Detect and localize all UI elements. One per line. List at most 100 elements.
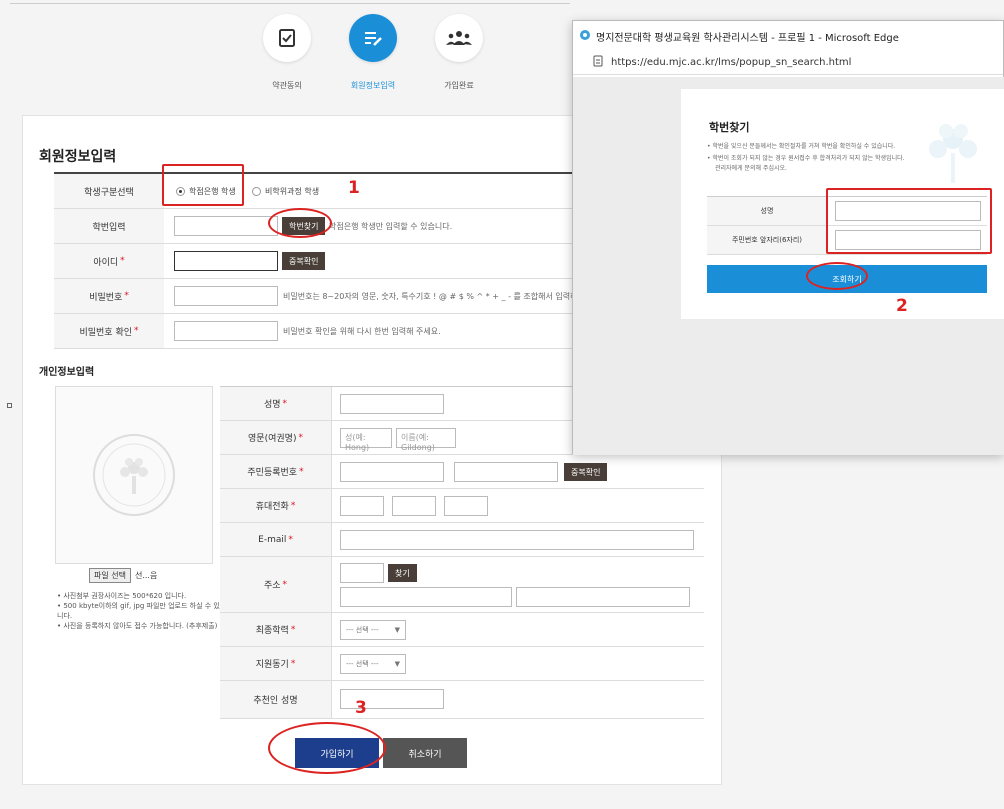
step-complete: 가입완료: [430, 14, 488, 91]
address-row: 주소 * 찾기: [220, 557, 704, 613]
password-confirm-input[interactable]: [174, 321, 278, 341]
password-label: 비밀번호 *: [54, 279, 164, 313]
mobile-input-2[interactable]: [392, 496, 436, 516]
password-row: 비밀번호 * 비밀번호는 8~20자의 영문, 숫자, 특수기호 ! @ # $ …: [54, 279, 624, 314]
chevron-down-icon: ▼: [394, 626, 400, 634]
page-info-icon[interactable]: [593, 55, 603, 70]
password-hint: 비밀번호는 8~20자의 영문, 숫자, 특수기호 ! @ # $ % ^ * …: [283, 292, 603, 301]
photo-placeholder: [55, 386, 213, 564]
mobile-label: 휴대전화 *: [220, 489, 332, 522]
photo-note: • 500 kbyte이하의 gif, jpg 파일만 업로드 하실 수 있습니…: [57, 602, 227, 620]
popup-title: 학번찾기: [709, 121, 750, 134]
search-name-label: 성명: [707, 197, 827, 225]
zipcode-input[interactable]: [340, 563, 384, 583]
popup-desc: • 학번을 잊으신 분들께서는 확인절차를 거쳐 학번을 확인하실 수 있습니다…: [707, 143, 896, 150]
step-indicator: 약관동의 회원정보입력 가입완료: [258, 14, 498, 94]
user-id-row: 아이디 * 중복확인: [54, 244, 624, 279]
popup-titlebar: 명지전문대학 평생교육원 학사관리시스템 - 프로필 1 - Microsoft…: [573, 21, 1003, 51]
step-member-info: 회원정보입력: [344, 14, 402, 91]
mobile-row: 휴대전화 *: [220, 489, 704, 523]
annotation-number-1: 1: [348, 178, 360, 198]
file-upload: 파일 선택 선...음: [89, 568, 157, 583]
step-label: 약관동의: [272, 81, 302, 90]
tree-watermark-icon: [929, 124, 977, 183]
popup-url[interactable]: https://edu.mjc.ac.kr/lms/popup_sn_searc…: [611, 57, 851, 68]
password-confirm-row: 비밀번호 확인 * 비밀번호 확인을 위해 다시 한번 입력해 주세요.: [54, 314, 624, 349]
id-duplicate-check-button[interactable]: 중복확인: [282, 252, 326, 270]
referrer-row: 추천인 성명: [220, 681, 704, 719]
motive-select[interactable]: --- 선택 --- ▼: [340, 654, 406, 674]
english-name-label: 영문(여권명) *: [220, 421, 332, 454]
password-confirm-label: 비밀번호 확인 *: [54, 314, 164, 348]
top-divider: [10, 3, 570, 4]
password-input[interactable]: [174, 286, 278, 306]
college-seal-icon: [93, 434, 175, 516]
resident-duplicate-check-button[interactable]: 중복확인: [564, 463, 608, 481]
resident-number-row: 주민등록번호 * 중복확인: [220, 455, 704, 489]
resident-number-front-input[interactable]: [340, 462, 444, 482]
annotation-number-3: 3: [355, 698, 367, 718]
education-label: 최종학력 *: [220, 613, 332, 646]
file-status: 선...음: [134, 571, 158, 580]
personal-section-title: 개인정보입력: [39, 367, 95, 378]
email-label: E-mail *: [220, 523, 332, 556]
radio-nondegree-student[interactable]: 비학위과정 학생: [252, 186, 319, 197]
member-info-table: 학생구분선택 학점은행 학생 비학위과정 학생 학번입력 학번찾기 학점은행 학…: [54, 172, 624, 349]
email-input[interactable]: [340, 530, 694, 550]
mobile-input-3[interactable]: [444, 496, 488, 516]
address-label: 주소 *: [220, 557, 332, 612]
photo-note: • 사진을 등록하지 않아도 접수 가능합니다. (추후제출): [57, 622, 218, 630]
education-row: 최종학력 * --- 선택 --- ▼: [220, 613, 704, 647]
name-input[interactable]: [340, 394, 444, 414]
photo-notes: • 사진첨부 권장사이즈는 500*620 입니다. • 500 kbyte이하…: [57, 591, 227, 631]
popup-desc: 관리자에게 문의해 주십시오.: [715, 165, 787, 172]
cancel-button[interactable]: 취소하기: [383, 738, 467, 768]
last-name-input[interactable]: 성(예: Hong): [340, 428, 392, 452]
student-type-label: 학생구분선택: [54, 174, 164, 208]
step-label: 가입완료: [444, 81, 474, 90]
name-label: 성명 *: [220, 387, 332, 420]
file-select-button[interactable]: 파일 선택: [89, 568, 131, 583]
motive-row: 지원동기 * --- 선택 --- ▼: [220, 647, 704, 681]
edit-icon: [349, 14, 397, 62]
app-logo-icon: [579, 29, 591, 44]
first-name-input[interactable]: 이름(예: Gildong): [396, 428, 456, 452]
address-input-1[interactable]: [340, 587, 512, 607]
referrer-label: 추천인 성명: [220, 681, 332, 718]
radio-dot: [252, 187, 261, 196]
user-id-input[interactable]: [174, 251, 278, 271]
student-type-row: 학생구분선택 학점은행 학생 비학위과정 학생: [54, 174, 624, 209]
student-number-hint: 학점은행 학생만 입력할 수 있습니다.: [329, 222, 453, 231]
address-find-button[interactable]: 찾기: [388, 564, 417, 582]
education-select[interactable]: --- 선택 --- ▼: [340, 620, 406, 640]
annotation-ellipse-join: [268, 722, 386, 774]
popup-desc: • 학번이 조회가 되지 않는 경우 원서접수 후 합격처리가 되지 않는 학생…: [707, 155, 905, 162]
mobile-input-1[interactable]: [340, 496, 384, 516]
student-number-label: 학번입력: [54, 209, 164, 243]
search-resident-label: 주민번호 앞자리(6자리): [707, 226, 827, 254]
password-confirm-hint: 비밀번호 확인을 위해 다시 한번 입력해 주세요.: [283, 327, 441, 336]
popup-body: 학번찾기 • 학번을 잊으신 분들께서는 확인절차를 거쳐 학번을 확인하실 수…: [573, 77, 1004, 455]
checklist-icon: [263, 14, 311, 62]
popup-urlbar[interactable]: https://edu.mjc.ac.kr/lms/popup_sn_searc…: [573, 51, 1003, 75]
student-number-input[interactable]: [174, 216, 278, 236]
email-row: E-mail *: [220, 523, 704, 557]
step-label: 회원정보입력: [350, 81, 396, 90]
resident-number-label: 주민등록번호 *: [220, 455, 332, 488]
step-terms: 약관동의: [258, 14, 316, 91]
photo-note: • 사진첨부 권장사이즈는 500*620 입니다.: [57, 592, 187, 600]
annotation-ellipse-find-button: [268, 208, 332, 238]
student-number-row: 학번입력 학번찾기 학점은행 학생만 입력할 수 있습니다.: [54, 209, 624, 244]
motive-label: 지원동기 *: [220, 647, 332, 680]
popup-window-title: 명지전문대학 평생교육원 학사관리시스템 - 프로필 1 - Microsoft…: [596, 32, 899, 44]
user-id-label: 아이디 *: [54, 244, 164, 278]
annotation-box-search-fields: [826, 188, 992, 254]
address-input-2[interactable]: [516, 587, 690, 607]
annotation-box-student-type: [162, 164, 244, 206]
annotation-number-2: 2: [896, 296, 908, 316]
resident-number-back-input[interactable]: [454, 462, 558, 482]
side-marker: [7, 403, 12, 408]
member-section-title: 회원정보입력: [39, 149, 117, 165]
chevron-down-icon: ▼: [394, 660, 400, 668]
users-icon: [435, 14, 483, 62]
